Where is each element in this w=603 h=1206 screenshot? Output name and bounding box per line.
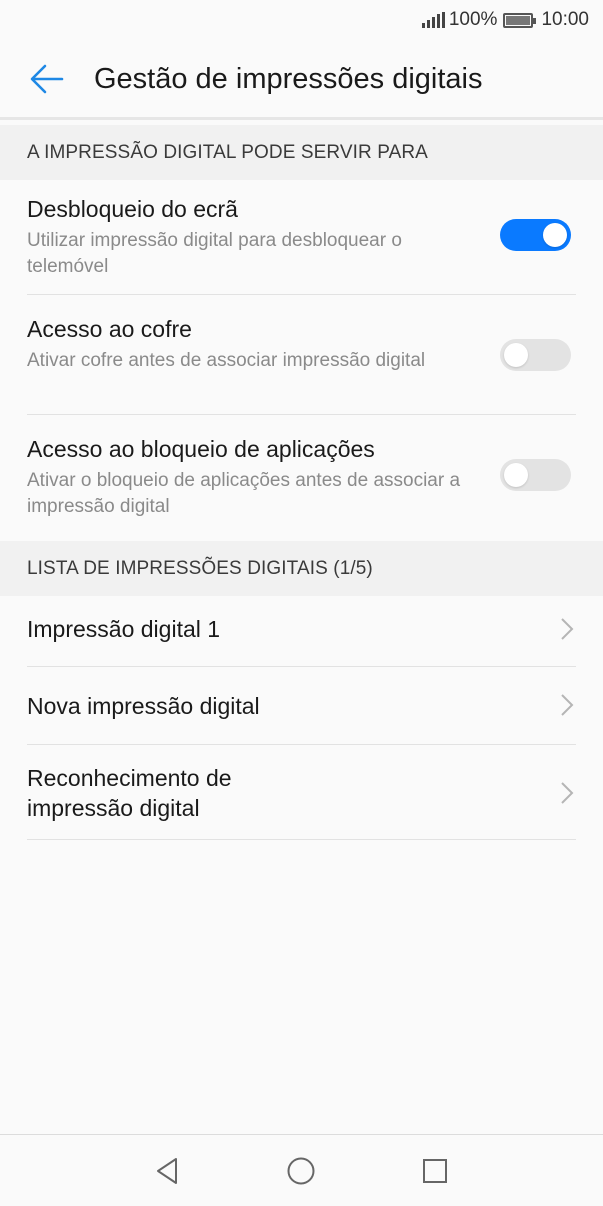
list-item-label: Nova impressão digital [27,693,260,719]
row-subtitle: Utilizar impressão digital para desbloqu… [27,230,402,277]
page-title: Gestão de impressões digitais [94,62,483,95]
back-button[interactable] [17,49,77,109]
chevron-right-icon [561,618,574,640]
app-bar: Gestão de impressões digitais [0,40,603,118]
list-item-label: Reconhecimento de impressão digital [27,765,232,821]
app-bar-divider [0,117,603,120]
row-title: Desbloqueio do ecrã [27,196,238,222]
divider [27,839,576,840]
home-circle-icon[interactable] [283,1153,319,1189]
toggle-row-safe-access[interactable]: Acesso ao cofre Ativar cofre antes de as… [0,295,603,415]
chevron-right-icon [561,782,574,804]
screen: 100% 10:00 Gestão de impressões digitais… [0,0,603,1206]
clock: 10:00 [541,9,589,30]
toggle-row-app-lock[interactable]: Acesso ao bloqueio de aplicações Ativar … [0,415,603,535]
row-title: Acesso ao cofre [27,316,192,342]
row-subtitle: Ativar o bloqueio de aplicações antes de… [27,470,461,517]
recents-square-icon[interactable] [417,1153,453,1189]
list-item-label: Impressão digital 1 [27,616,221,642]
list-item-fingerprint-recognition[interactable]: Reconhecimento de impressão digital [0,745,603,840]
system-navigation-bar [0,1134,603,1206]
list-item-fingerprint-1[interactable]: Impressão digital 1 [0,591,603,667]
back-triangle-icon[interactable] [150,1153,186,1189]
list-item-new-fingerprint[interactable]: Nova impressão digital [0,667,603,745]
toggle-row-screen-unlock[interactable]: Desbloqueio do ecrã Utilizar impressão d… [0,175,603,295]
status-bar: 100% 10:00 [0,0,603,40]
battery-icon [503,12,537,28]
arrow-left-icon [30,64,64,94]
section-header-usage: A IMPRESSÃO DIGITAL PODE SERVIR PARA [0,125,603,180]
row-subtitle: Ativar cofre antes de associar impressão… [27,350,426,371]
toggle-switch-app-lock[interactable] [500,459,571,491]
row-title: Acesso ao bloqueio de aplicações [27,436,375,462]
toggle-switch-safe-access[interactable] [500,339,571,371]
chevron-right-icon [561,694,574,716]
signal-icon [421,12,445,28]
battery-percentage: 100% [448,9,498,30]
toggle-switch-screen-unlock[interactable] [500,219,571,251]
section-header-fingerprint-list: LISTA DE IMPRESSÕES DIGITAIS (1/5) [0,541,603,596]
